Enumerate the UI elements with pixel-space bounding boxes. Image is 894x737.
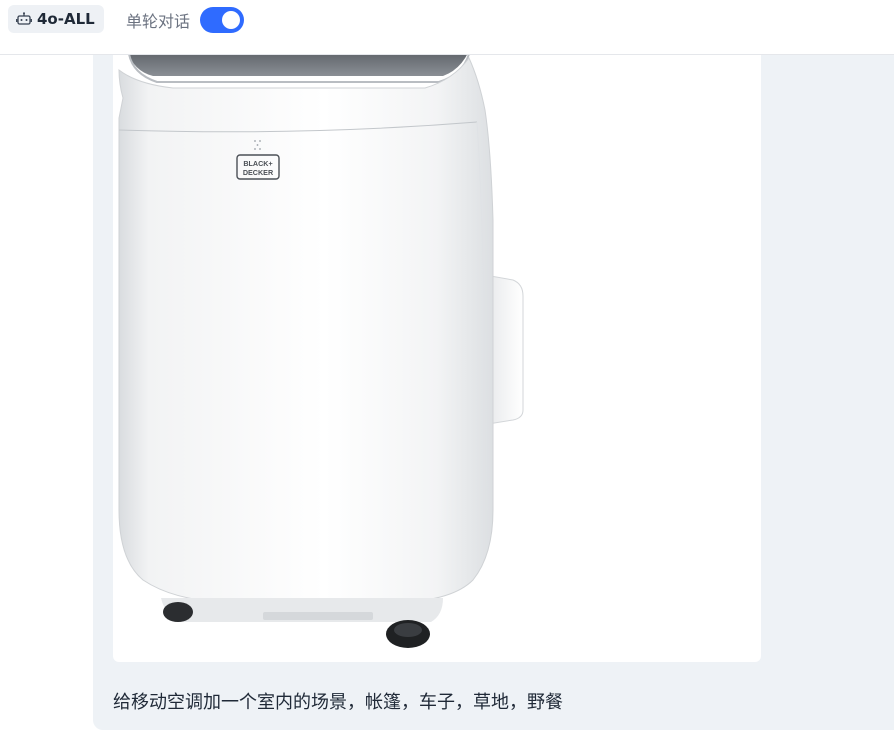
air-conditioner-image: BLACK+ DECKER	[118, 40, 524, 648]
prompt-text: 给移动空调加一个室内的场景，帐篷，车子，草地，野餐	[113, 692, 563, 713]
single-turn-toggle-group: 单轮对话	[126, 6, 245, 34]
attached-image[interactable]: BLACK+ DECKER	[113, 40, 761, 662]
model-name: 4o-ALL	[37, 10, 95, 28]
robot-icon	[16, 12, 32, 25]
model-selector-button[interactable]: 4o-ALL	[8, 5, 104, 33]
brand-logo-line2: DECKER	[243, 168, 274, 177]
single-turn-switch[interactable]	[200, 7, 245, 33]
switch-knob	[222, 11, 241, 29]
single-turn-label: 单轮对话	[126, 12, 191, 31]
top-bar: 4o-ALL 单轮对话	[0, 0, 894, 55]
brand-logo-line1: BLACK+	[243, 159, 272, 168]
